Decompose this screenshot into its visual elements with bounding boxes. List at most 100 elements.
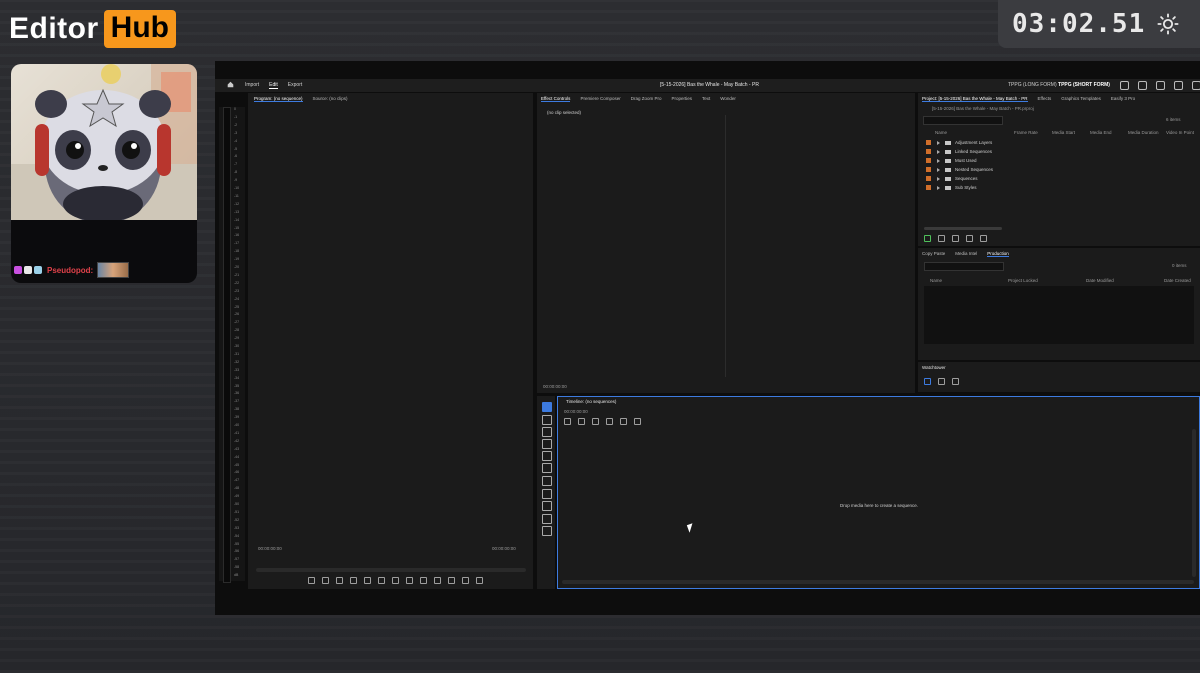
tab-text[interactable]: Text bbox=[702, 96, 710, 102]
nav-export[interactable]: Export bbox=[288, 82, 302, 89]
tab-effects[interactable]: Effects bbox=[1038, 96, 1052, 102]
col-media-start[interactable]: Media Start bbox=[1052, 130, 1075, 135]
remix-tool-icon[interactable] bbox=[542, 489, 552, 499]
captions-icon[interactable] bbox=[634, 418, 641, 425]
step-forward-icon[interactable] bbox=[392, 577, 399, 584]
bin-row[interactable]: Sequences bbox=[926, 176, 978, 181]
meter-tick-label: -42 bbox=[234, 438, 240, 443]
selection-tool-icon[interactable] bbox=[542, 402, 552, 412]
tab-production[interactable]: Production bbox=[987, 251, 1009, 257]
sync-icon[interactable] bbox=[1156, 81, 1165, 90]
insert-icon[interactable] bbox=[420, 577, 427, 584]
tab-project[interactable]: Project: [5-15-2026] Bas the Whale - May… bbox=[922, 96, 1028, 102]
tab-drag-zoom-pro[interactable]: Drag Zoom Pro bbox=[631, 96, 662, 102]
icon-view-icon[interactable] bbox=[952, 235, 959, 242]
freeform-view-icon[interactable] bbox=[966, 235, 973, 242]
refresh-icon[interactable] bbox=[938, 378, 945, 385]
timeline-title[interactable]: Timeline: (no sequences) bbox=[566, 399, 616, 404]
audio-meter-bar bbox=[223, 107, 231, 583]
tab-program[interactable]: Program: (no sequence) bbox=[254, 96, 303, 102]
tab-copy-paste[interactable]: Copy Paste bbox=[922, 251, 945, 257]
disclosure-arrow-icon[interactable] bbox=[937, 140, 940, 145]
compare-icon[interactable] bbox=[462, 577, 469, 584]
watchtower-label[interactable]: Watchtower bbox=[922, 365, 946, 370]
production-search-input[interactable] bbox=[924, 262, 1004, 271]
col-media-duration[interactable]: Media Duration bbox=[1128, 130, 1159, 135]
home-icon[interactable] bbox=[227, 81, 234, 88]
project-search-input[interactable] bbox=[923, 116, 1003, 125]
bin-name: Must Used bbox=[955, 158, 977, 163]
mark-in-icon[interactable] bbox=[322, 577, 329, 584]
bin-row[interactable]: Sub Styles bbox=[926, 185, 977, 190]
list-view-icon[interactable] bbox=[938, 235, 945, 242]
col-name[interactable]: Name bbox=[930, 278, 942, 283]
bin-row[interactable]: Nested Sequences bbox=[926, 167, 993, 172]
project-hscroll[interactable] bbox=[924, 227, 1002, 230]
col-frame-rate[interactable]: Frame Rate bbox=[1014, 130, 1038, 135]
timeline-vscroll[interactable] bbox=[1192, 429, 1196, 577]
wrench-icon[interactable] bbox=[620, 418, 627, 425]
col-name[interactable]: Name bbox=[935, 130, 947, 135]
bin-row[interactable]: Adjustment Layers bbox=[926, 140, 992, 145]
rectangle-tool-icon[interactable] bbox=[542, 476, 552, 486]
nest-icon[interactable] bbox=[564, 418, 571, 425]
workspace-short[interactable]: TPPG (SHORT FORM) bbox=[1058, 82, 1110, 88]
snap-icon[interactable] bbox=[578, 418, 585, 425]
col-video-in[interactable]: Video In Point bbox=[1166, 130, 1194, 135]
settings-icon[interactable] bbox=[476, 577, 483, 584]
workspace-long[interactable]: TPPG (LONG FORM) bbox=[1008, 82, 1057, 88]
overwrite-icon[interactable] bbox=[434, 577, 441, 584]
type-tool-icon[interactable] bbox=[542, 514, 552, 524]
slip-tool-icon[interactable] bbox=[542, 451, 552, 461]
razor-tool-icon[interactable] bbox=[542, 439, 552, 449]
nav-import[interactable]: Import bbox=[245, 82, 259, 89]
col-media-end[interactable]: Media End bbox=[1090, 130, 1112, 135]
step-back-icon[interactable] bbox=[364, 577, 371, 584]
tools-icon[interactable] bbox=[1174, 81, 1183, 90]
add-marker-icon[interactable] bbox=[606, 418, 613, 425]
hand-tool-icon[interactable] bbox=[542, 501, 552, 511]
disclosure-arrow-icon[interactable] bbox=[937, 176, 940, 181]
tab-media-intel[interactable]: Media Intel bbox=[955, 251, 977, 257]
mark-out-icon[interactable] bbox=[336, 577, 343, 584]
zoom-slider-icon[interactable] bbox=[980, 235, 987, 242]
caption-tool-icon[interactable] bbox=[542, 526, 552, 536]
program-scrubber[interactable] bbox=[256, 568, 526, 572]
disclosure-arrow-icon[interactable] bbox=[937, 167, 940, 172]
folder-icon[interactable] bbox=[952, 378, 959, 385]
col-project-locked[interactable]: Project Locked bbox=[1008, 278, 1038, 283]
tab-easify[interactable]: Easify 3 Pro bbox=[1111, 96, 1135, 102]
play-icon[interactable] bbox=[378, 577, 385, 584]
bin-row[interactable]: Must Used bbox=[926, 158, 977, 163]
export-frame-icon[interactable] bbox=[448, 577, 455, 584]
col-date-modified[interactable]: Date Modified bbox=[1086, 278, 1114, 283]
workspace-switcher[interactable]: TPPG (LONG FORM) TPPG (SHORT FORM) bbox=[1008, 82, 1110, 88]
export-icon[interactable] bbox=[1138, 81, 1147, 90]
go-to-in-icon[interactable] bbox=[350, 577, 357, 584]
timeline-hscroll[interactable] bbox=[562, 580, 1194, 584]
marker-icon[interactable] bbox=[308, 577, 315, 584]
bin-row[interactable]: Linked Sequences bbox=[926, 149, 992, 154]
meter-tick-label: -48 bbox=[234, 486, 240, 491]
disclosure-arrow-icon[interactable] bbox=[937, 158, 940, 163]
nav-edit[interactable]: Edit bbox=[269, 82, 278, 89]
pencil-icon[interactable] bbox=[924, 235, 931, 242]
tab-wonder[interactable]: Wonder bbox=[720, 96, 736, 102]
tab-source[interactable]: Source: (no clips) bbox=[313, 96, 348, 102]
tab-graphics-templates[interactable]: Graphics Templates bbox=[1061, 96, 1101, 102]
tab-properties[interactable]: Properties bbox=[671, 96, 692, 102]
track-select-tool-icon[interactable] bbox=[542, 415, 552, 425]
go-to-out-icon[interactable] bbox=[406, 577, 413, 584]
tab-effect-controls[interactable]: Effect Controls bbox=[541, 96, 571, 102]
col-date-created[interactable]: Date Created bbox=[1164, 278, 1191, 283]
tab-premiere-composer[interactable]: Premiere Composer bbox=[580, 96, 620, 102]
ripple-edit-tool-icon[interactable] bbox=[542, 427, 552, 437]
pen-tool-icon[interactable] bbox=[542, 463, 552, 473]
disclosure-arrow-icon[interactable] bbox=[937, 185, 940, 190]
chat-badges bbox=[14, 266, 42, 274]
eye-icon[interactable] bbox=[924, 378, 931, 385]
share-icon[interactable] bbox=[1120, 81, 1129, 90]
linked-selection-icon[interactable] bbox=[592, 418, 599, 425]
fullscreen-icon[interactable] bbox=[1192, 81, 1200, 90]
disclosure-arrow-icon[interactable] bbox=[937, 149, 940, 154]
